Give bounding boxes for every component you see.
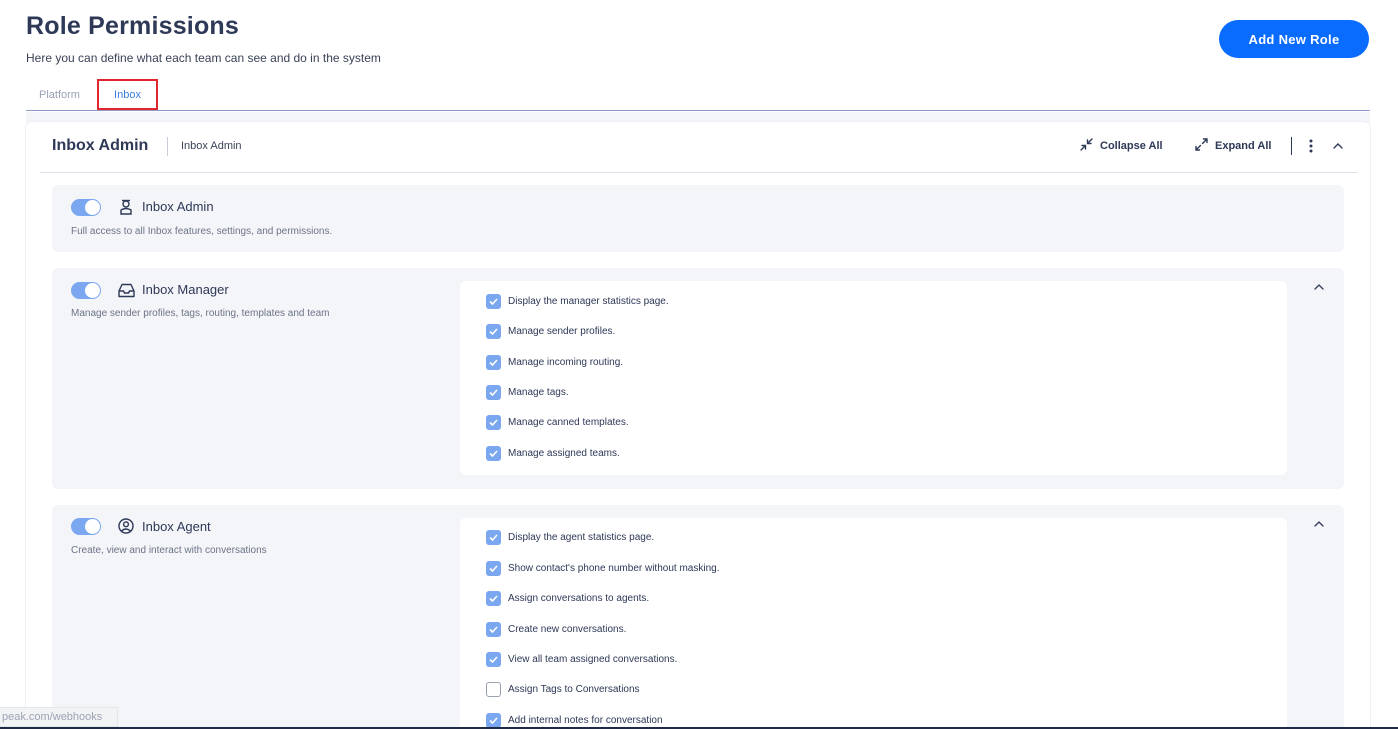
- collapse-icon: [1080, 138, 1093, 154]
- role-card-title: Inbox Admin: [52, 137, 149, 154]
- user-badge-icon: [117, 198, 135, 216]
- header-underline: [40, 172, 1358, 173]
- permission-item[interactable]: Create new conversations.: [486, 621, 626, 637]
- expand-all-button[interactable]: Expand All: [1195, 138, 1271, 154]
- inbox-admin-toggle[interactable]: [71, 199, 101, 216]
- checkbox-checked[interactable]: [486, 384, 501, 400]
- permission-item[interactable]: Assign conversations to agents.: [486, 590, 649, 606]
- checkbox-checked[interactable]: [486, 354, 501, 370]
- permission-item[interactable]: View all team assigned conversations.: [486, 651, 677, 667]
- permission-item[interactable]: Display the manager statistics page.: [486, 293, 669, 309]
- section-description: Manage sender profiles, tags, routing, t…: [71, 308, 330, 319]
- permission-label: Manage tags.: [508, 386, 569, 398]
- header-divider-2: [1291, 137, 1292, 155]
- checkbox-checked[interactable]: [486, 414, 501, 430]
- checkbox-checked[interactable]: [486, 529, 501, 545]
- inbox-agent-toggle[interactable]: [71, 518, 101, 535]
- user-circle-icon: [117, 517, 135, 535]
- tab-inbox[interactable]: Inbox: [97, 79, 158, 110]
- permission-item[interactable]: Assign Tags to Conversations: [486, 681, 640, 697]
- chevron-up-icon[interactable]: [1331, 138, 1345, 154]
- checkbox-checked[interactable]: [486, 621, 501, 637]
- expand-icon: [1195, 138, 1208, 154]
- checkbox-unchecked[interactable]: [486, 681, 501, 697]
- permission-item[interactable]: Manage incoming routing.: [486, 354, 623, 370]
- permission-label: Display the agent statistics page.: [508, 531, 655, 543]
- permission-label: Display the manager statistics page.: [508, 295, 669, 307]
- header-divider: [167, 137, 168, 156]
- permission-label: Assign Tags to Conversations: [508, 683, 640, 695]
- add-new-role-button[interactable]: Add New Role: [1219, 20, 1369, 58]
- permission-label: Show contact's phone number without mask…: [508, 562, 720, 574]
- page-subtitle: Here you can define what each team can s…: [26, 51, 381, 65]
- permission-label: View all team assigned conversations.: [508, 653, 678, 665]
- section-description: Create, view and interact with conversat…: [71, 545, 267, 556]
- section-description: Full access to all Inbox features, setti…: [71, 226, 333, 237]
- permission-item[interactable]: Add internal notes for conversation: [486, 712, 663, 728]
- permission-label: Manage assigned teams.: [508, 447, 620, 459]
- section-title: Inbox Admin: [142, 199, 214, 214]
- more-options-icon[interactable]: [1305, 138, 1317, 154]
- permission-label: Add internal notes for conversation: [508, 714, 663, 726]
- checkbox-checked[interactable]: [486, 590, 501, 606]
- collapse-all-label: Collapse All: [1100, 140, 1163, 152]
- permission-item[interactable]: Display the agent statistics page.: [486, 529, 654, 545]
- checkbox-checked[interactable]: [486, 293, 501, 309]
- status-bar-url: peak.com/webhooks: [0, 707, 118, 727]
- permission-item[interactable]: Show contact's phone number without mask…: [486, 560, 719, 576]
- permission-label: Manage canned templates.: [508, 416, 629, 428]
- permission-label: Manage incoming routing.: [508, 356, 624, 368]
- section-inbox-manager: Inbox Manager Manage sender profiles, ta…: [52, 268, 1344, 489]
- role-card-subtitle: Inbox Admin: [181, 140, 242, 152]
- collapse-all-button[interactable]: Collapse All: [1080, 138, 1163, 154]
- permission-label: Assign conversations to agents.: [508, 592, 650, 604]
- checkbox-checked[interactable]: [486, 651, 501, 667]
- expand-all-label: Expand All: [1215, 140, 1272, 152]
- section-title: Inbox Agent: [142, 519, 211, 534]
- section-title: Inbox Manager: [142, 282, 229, 297]
- checkbox-checked[interactable]: [486, 712, 501, 728]
- checkbox-checked[interactable]: [486, 323, 501, 339]
- permission-label: Manage sender profiles.: [508, 325, 616, 337]
- page-title: Role Permissions: [26, 12, 240, 40]
- permissions-list: Display the manager statistics page. Man…: [460, 281, 1287, 475]
- permission-item[interactable]: Manage canned templates.: [486, 414, 629, 430]
- chevron-up-icon[interactable]: [1312, 281, 1326, 293]
- permission-item[interactable]: Manage tags.: [486, 384, 569, 400]
- checkbox-checked[interactable]: [486, 445, 501, 461]
- role-permissions-page: Role Permissions Here you can define wha…: [0, 0, 1398, 729]
- chevron-up-icon[interactable]: [1312, 518, 1326, 530]
- inbox-manager-toggle[interactable]: [71, 282, 101, 299]
- permission-item[interactable]: Manage sender profiles.: [486, 323, 615, 339]
- permission-label: Create new conversations.: [508, 623, 627, 635]
- tab-platform[interactable]: Platform: [39, 79, 80, 110]
- tabs-bar: Platform Inbox: [26, 79, 1370, 111]
- section-inbox-admin: Inbox Admin Full access to all Inbox fea…: [52, 185, 1344, 252]
- section-inbox-agent: Inbox Agent Create, view and interact wi…: [52, 505, 1344, 729]
- inbox-tray-icon: [117, 281, 135, 299]
- checkbox-checked[interactable]: [486, 560, 501, 576]
- permissions-list: Display the agent statistics page. Show …: [460, 518, 1287, 729]
- permission-item[interactable]: Manage assigned teams.: [486, 445, 620, 461]
